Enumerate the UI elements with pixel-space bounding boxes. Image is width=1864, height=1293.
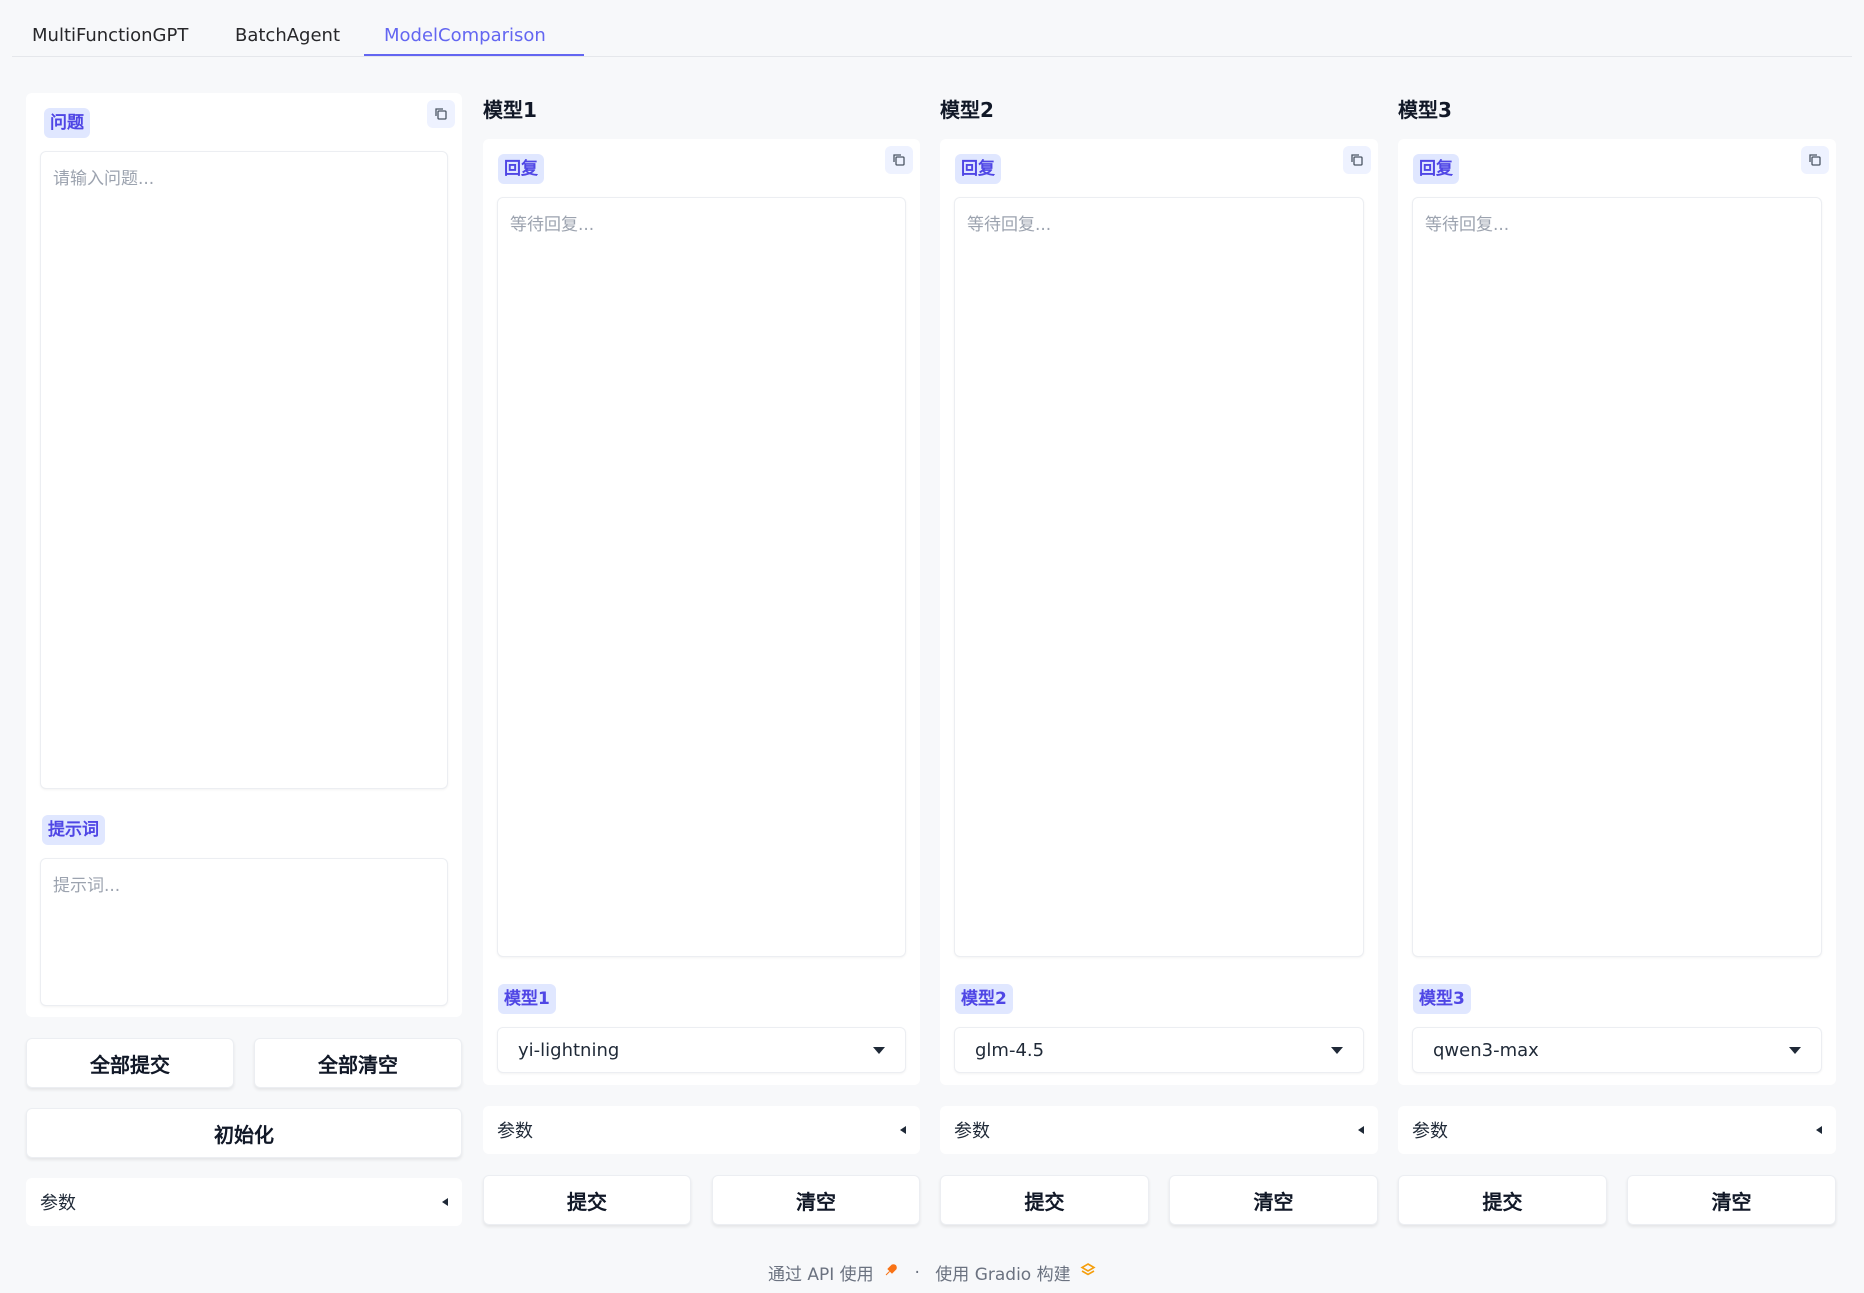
caret-left-icon <box>442 1198 448 1206</box>
model2-panel: 回复 等待回复... 模型2 glm-4.5 <box>940 139 1378 1085</box>
model1-panel: 回复 等待回复... 模型1 yi-lightning <box>483 139 920 1085</box>
tab-batchagent[interactable]: BatchAgent <box>215 22 360 56</box>
question-input[interactable]: 请输入问题... <box>40 151 448 789</box>
model1-params-accordion[interactable]: 参数 <box>483 1106 920 1154</box>
model2-reply[interactable]: 等待回复... <box>954 197 1364 957</box>
params-label: 参数 <box>40 1193 76 1214</box>
model3-submit-button[interactable]: 提交 <box>1398 1175 1607 1225</box>
rocket-icon <box>883 1262 899 1283</box>
footer: 通过 API 使用 · 使用 Gradio 构建 <box>0 1260 1864 1285</box>
reply-label: 回复 <box>1413 154 1459 184</box>
submit-all-button[interactable]: 全部提交 <box>26 1038 234 1088</box>
footer-separator: · <box>914 1262 920 1283</box>
prompt-label: 提示词 <box>42 815 105 845</box>
copy-icon[interactable] <box>1801 146 1829 174</box>
model3-select-label: 模型3 <box>1413 984 1471 1014</box>
model3-selected-value: qwen3-max <box>1433 1039 1539 1061</box>
model1-clear-button[interactable]: 清空 <box>712 1175 920 1225</box>
caret-left-icon <box>1816 1126 1822 1134</box>
reply-label: 回复 <box>955 154 1001 184</box>
copy-icon[interactable] <box>885 146 913 174</box>
chevron-down-icon <box>873 1046 885 1054</box>
clear-all-button[interactable]: 全部清空 <box>254 1038 462 1088</box>
caret-left-icon <box>1358 1126 1364 1134</box>
model1-title: 模型1 <box>483 98 537 122</box>
chevron-down-icon <box>1789 1046 1801 1054</box>
question-label: 问题 <box>44 108 90 138</box>
model1-reply[interactable]: 等待回复... <box>497 197 906 957</box>
prompt-input[interactable]: 提示词... <box>40 858 448 1006</box>
model2-select-label: 模型2 <box>955 984 1013 1014</box>
model2-clear-button[interactable]: 清空 <box>1169 1175 1378 1225</box>
params-accordion[interactable]: 参数 <box>26 1178 462 1226</box>
copy-icon[interactable] <box>427 100 455 128</box>
chevron-down-icon <box>1331 1046 1343 1054</box>
tab-modelcomparison[interactable]: ModelComparison <box>364 22 584 56</box>
model2-title: 模型2 <box>940 98 994 122</box>
model2-submit-button[interactable]: 提交 <box>940 1175 1149 1225</box>
params-label: 参数 <box>954 1121 990 1142</box>
params-label: 参数 <box>1412 1121 1448 1142</box>
model1-selected-value: yi-lightning <box>518 1039 620 1061</box>
tab-bar: MultiFunctionGPT BatchAgent ModelCompari… <box>12 0 1852 57</box>
init-button[interactable]: 初始化 <box>26 1108 462 1158</box>
model2-params-accordion[interactable]: 参数 <box>940 1106 1378 1154</box>
gradio-logo-icon <box>1080 1262 1096 1283</box>
caret-left-icon <box>900 1126 906 1134</box>
gradio-link-label: 使用 Gradio 构建 <box>935 1265 1071 1285</box>
model3-params-accordion[interactable]: 参数 <box>1398 1106 1836 1154</box>
reply-label: 回复 <box>498 154 544 184</box>
api-link[interactable]: 通过 API 使用 <box>768 1260 899 1285</box>
model1-select-label: 模型1 <box>498 984 556 1014</box>
model1-select[interactable]: yi-lightning <box>497 1027 906 1073</box>
model3-title: 模型3 <box>1398 98 1452 122</box>
model3-panel: 回复 等待回复... 模型3 qwen3-max <box>1398 139 1836 1085</box>
copy-icon[interactable] <box>1343 146 1371 174</box>
model1-submit-button[interactable]: 提交 <box>483 1175 691 1225</box>
model2-select[interactable]: glm-4.5 <box>954 1027 1364 1073</box>
model2-selected-value: glm-4.5 <box>975 1039 1045 1061</box>
question-panel: 问题 请输入问题... 提示词 提示词... <box>26 93 462 1017</box>
tab-multifunctiongpt[interactable]: MultiFunctionGPT <box>12 22 208 56</box>
model3-select[interactable]: qwen3-max <box>1412 1027 1822 1073</box>
model3-reply[interactable]: 等待回复... <box>1412 197 1822 957</box>
api-link-label: 通过 API 使用 <box>767 1265 874 1285</box>
gradio-link[interactable]: 使用 Gradio 构建 <box>935 1260 1096 1285</box>
model3-clear-button[interactable]: 清空 <box>1627 1175 1836 1225</box>
params-label: 参数 <box>497 1121 533 1142</box>
